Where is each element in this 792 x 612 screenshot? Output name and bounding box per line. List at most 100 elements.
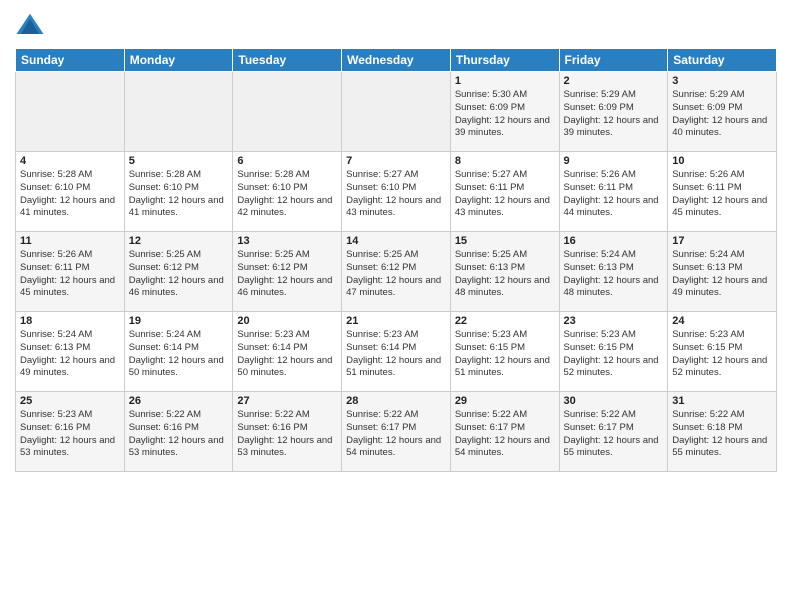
day-cell: 11 Sunrise: 5:26 AM Sunset: 6:11 PM Dayli… [16, 232, 125, 312]
day-info: Sunrise: 5:24 AM Sunset: 6:13 PM Dayligh… [20, 329, 120, 380]
day-number: 12 [129, 235, 229, 247]
day-number: 14 [346, 235, 446, 247]
day-info: Sunrise: 5:22 AM Sunset: 6:17 PM Dayligh… [455, 409, 555, 460]
day-number: 18 [20, 315, 120, 327]
day-info: Sunrise: 5:25 AM Sunset: 6:12 PM Dayligh… [346, 249, 446, 300]
day-info: Sunrise: 5:29 AM Sunset: 6:09 PM Dayligh… [672, 89, 772, 140]
day-number: 9 [564, 155, 664, 167]
day-cell: 4Sunrise: 5:28 AM Sunset: 6:10 PM Daylig… [16, 152, 125, 232]
day-number: 28 [346, 395, 446, 407]
day-cell [124, 72, 233, 152]
day-number: 6 [237, 155, 337, 167]
day-number: 24 [672, 315, 772, 327]
day-cell: 2Sunrise: 5:29 AM Sunset: 6:09 PM Daylig… [559, 72, 668, 152]
day-info: Sunrise: 5:23 AM Sunset: 6:14 PM Dayligh… [237, 329, 337, 380]
day-cell [16, 72, 125, 152]
day-info: Sunrise: 5:23 AM Sunset: 6:16 PM Dayligh… [20, 409, 120, 460]
col-header-tuesday: Tuesday [233, 49, 342, 72]
day-info: Sunrise: 5:23 AM Sunset: 6:15 PM Dayligh… [672, 329, 772, 380]
day-number: 7 [346, 155, 446, 167]
day-cell: 22 Sunrise: 5:23 AM Sunset: 6:15 PM Dayli… [450, 312, 559, 392]
day-cell: 9Sunrise: 5:26 AM Sunset: 6:11 PM Daylig… [559, 152, 668, 232]
day-number: 5 [129, 155, 229, 167]
week-row-0: 1 Sunrise: 5:30 AM Sunset: 6:09 PM Daylig… [16, 72, 777, 152]
day-number: 3 [672, 75, 772, 87]
day-number: 15 [455, 235, 555, 247]
day-cell: 13 Sunrise: 5:25 AM Sunset: 6:12 PM Dayli… [233, 232, 342, 312]
day-info: Sunrise: 5:24 AM Sunset: 6:13 PM Dayligh… [672, 249, 772, 300]
week-row-3: 18 Sunrise: 5:24 AM Sunset: 6:13 PM Dayli… [16, 312, 777, 392]
day-cell: 27 Sunrise: 5:22 AM Sunset: 6:16 PM Dayli… [233, 392, 342, 472]
day-number: 21 [346, 315, 446, 327]
day-cell: 26 Sunrise: 5:22 AM Sunset: 6:16 PM Dayli… [124, 392, 233, 472]
col-header-sunday: Sunday [16, 49, 125, 72]
day-info: Sunrise: 5:26 AM Sunset: 6:11 PM Dayligh… [20, 249, 120, 300]
day-info: Sunrise: 5:23 AM Sunset: 6:15 PM Dayligh… [455, 329, 555, 380]
day-cell: 6 Sunrise: 5:28 AM Sunset: 6:10 PM Daylig… [233, 152, 342, 232]
day-cell: 15 Sunrise: 5:25 AM Sunset: 6:13 PM Dayli… [450, 232, 559, 312]
day-number: 30 [564, 395, 664, 407]
day-info: Sunrise: 5:28 AM Sunset: 6:10 PM Dayligh… [237, 169, 337, 220]
week-row-4: 25 Sunrise: 5:23 AM Sunset: 6:16 PM Dayli… [16, 392, 777, 472]
day-info: Sunrise: 5:22 AM Sunset: 6:16 PM Dayligh… [237, 409, 337, 460]
day-cell: 8Sunrise: 5:27 AM Sunset: 6:11 PM Daylig… [450, 152, 559, 232]
day-info: Sunrise: 5:25 AM Sunset: 6:13 PM Dayligh… [455, 249, 555, 300]
day-number: 8 [455, 155, 555, 167]
day-number: 27 [237, 395, 337, 407]
day-number: 22 [455, 315, 555, 327]
header [15, 10, 777, 40]
day-cell: 31Sunrise: 5:22 AM Sunset: 6:18 PM Dayli… [668, 392, 777, 472]
day-info: Sunrise: 5:22 AM Sunset: 6:17 PM Dayligh… [346, 409, 446, 460]
col-header-friday: Friday [559, 49, 668, 72]
week-row-1: 4Sunrise: 5:28 AM Sunset: 6:10 PM Daylig… [16, 152, 777, 232]
day-info: Sunrise: 5:25 AM Sunset: 6:12 PM Dayligh… [237, 249, 337, 300]
header-row: SundayMondayTuesdayWednesdayThursdayFrid… [16, 49, 777, 72]
logo [15, 10, 47, 40]
day-cell: 21 Sunrise: 5:23 AM Sunset: 6:14 PM Dayli… [342, 312, 451, 392]
day-number: 11 [20, 235, 120, 247]
day-number: 26 [129, 395, 229, 407]
day-cell [342, 72, 451, 152]
col-header-saturday: Saturday [668, 49, 777, 72]
day-number: 25 [20, 395, 120, 407]
day-cell: 20 Sunrise: 5:23 AM Sunset: 6:14 PM Dayli… [233, 312, 342, 392]
day-number: 23 [564, 315, 664, 327]
day-cell: 29 Sunrise: 5:22 AM Sunset: 6:17 PM Dayli… [450, 392, 559, 472]
day-cell [233, 72, 342, 152]
day-info: Sunrise: 5:22 AM Sunset: 6:16 PM Dayligh… [129, 409, 229, 460]
day-info: Sunrise: 5:25 AM Sunset: 6:12 PM Dayligh… [129, 249, 229, 300]
day-info: Sunrise: 5:27 AM Sunset: 6:10 PM Dayligh… [346, 169, 446, 220]
day-number: 13 [237, 235, 337, 247]
day-cell: 25 Sunrise: 5:23 AM Sunset: 6:16 PM Dayli… [16, 392, 125, 472]
day-info: Sunrise: 5:26 AM Sunset: 6:11 PM Dayligh… [672, 169, 772, 220]
day-info: Sunrise: 5:28 AM Sunset: 6:10 PM Dayligh… [20, 169, 120, 220]
day-info: Sunrise: 5:30 AM Sunset: 6:09 PM Dayligh… [455, 89, 555, 140]
day-number: 1 [455, 75, 555, 87]
day-info: Sunrise: 5:24 AM Sunset: 6:14 PM Dayligh… [129, 329, 229, 380]
week-row-2: 11 Sunrise: 5:26 AM Sunset: 6:11 PM Dayli… [16, 232, 777, 312]
day-cell: 30 Sunrise: 5:22 AM Sunset: 6:17 PM Dayli… [559, 392, 668, 472]
col-header-wednesday: Wednesday [342, 49, 451, 72]
day-cell: 7 Sunrise: 5:27 AM Sunset: 6:10 PM Daylig… [342, 152, 451, 232]
day-cell: 17Sunrise: 5:24 AM Sunset: 6:13 PM Dayli… [668, 232, 777, 312]
day-info: Sunrise: 5:22 AM Sunset: 6:18 PM Dayligh… [672, 409, 772, 460]
day-number: 19 [129, 315, 229, 327]
day-info: Sunrise: 5:24 AM Sunset: 6:13 PM Dayligh… [564, 249, 664, 300]
day-number: 29 [455, 395, 555, 407]
day-info: Sunrise: 5:29 AM Sunset: 6:09 PM Dayligh… [564, 89, 664, 140]
day-cell: 23 Sunrise: 5:23 AM Sunset: 6:15 PM Dayli… [559, 312, 668, 392]
day-cell: 3 Sunrise: 5:29 AM Sunset: 6:09 PM Daylig… [668, 72, 777, 152]
day-cell: 14 Sunrise: 5:25 AM Sunset: 6:12 PM Dayli… [342, 232, 451, 312]
day-cell: 16 Sunrise: 5:24 AM Sunset: 6:13 PM Dayli… [559, 232, 668, 312]
day-info: Sunrise: 5:23 AM Sunset: 6:14 PM Dayligh… [346, 329, 446, 380]
day-cell: 12 Sunrise: 5:25 AM Sunset: 6:12 PM Dayli… [124, 232, 233, 312]
day-info: Sunrise: 5:23 AM Sunset: 6:15 PM Dayligh… [564, 329, 664, 380]
day-info: Sunrise: 5:22 AM Sunset: 6:17 PM Dayligh… [564, 409, 664, 460]
day-cell: 18 Sunrise: 5:24 AM Sunset: 6:13 PM Dayli… [16, 312, 125, 392]
page: SundayMondayTuesdayWednesdayThursdayFrid… [0, 0, 792, 612]
day-number: 20 [237, 315, 337, 327]
day-cell: 5 Sunrise: 5:28 AM Sunset: 6:10 PM Daylig… [124, 152, 233, 232]
day-cell: 28 Sunrise: 5:22 AM Sunset: 6:17 PM Dayli… [342, 392, 451, 472]
day-info: Sunrise: 5:28 AM Sunset: 6:10 PM Dayligh… [129, 169, 229, 220]
day-number: 16 [564, 235, 664, 247]
